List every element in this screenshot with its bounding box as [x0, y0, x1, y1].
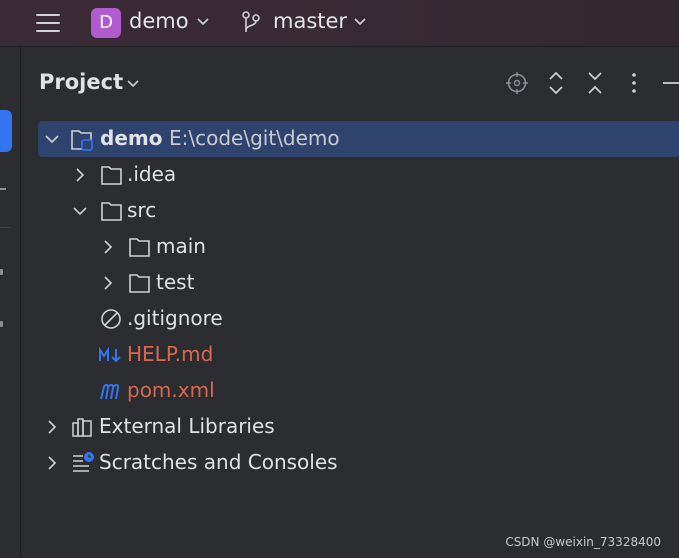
- chevron-right-icon[interactable]: [72, 157, 88, 193]
- tree-label: Scratches and Consoles: [99, 450, 338, 474]
- hide-panel-icon[interactable]: [661, 70, 679, 96]
- tree-row-pom[interactable]: pom.xml: [38, 373, 679, 409]
- locate-icon[interactable]: [505, 70, 529, 96]
- tree-label: .gitignore: [127, 306, 223, 330]
- project-tool-button[interactable]: [0, 110, 12, 152]
- project-selector[interactable]: demo: [129, 9, 189, 33]
- chevron-down-icon[interactable]: [354, 18, 366, 26]
- tree-label: test: [156, 270, 195, 294]
- tree-path: E:\code\git\demo: [169, 126, 340, 150]
- panel-title[interactable]: Project: [39, 70, 123, 94]
- folder-icon: [129, 238, 150, 257]
- maven-icon: [100, 383, 120, 400]
- chevron-right-icon[interactable]: [44, 409, 60, 445]
- tool-button-partial[interactable]: [0, 269, 3, 275]
- git-branch-icon[interactable]: [240, 10, 262, 36]
- chevron-right-icon[interactable]: [44, 445, 60, 481]
- tree-label: External Libraries: [99, 414, 275, 438]
- chevron-right-icon[interactable]: [100, 265, 116, 301]
- tree-label: demo: [100, 126, 163, 150]
- tool-button-partial[interactable]: [0, 188, 6, 190]
- chevron-down-icon[interactable]: [197, 18, 209, 26]
- tool-window-strip: [0, 47, 21, 558]
- tree-row-root[interactable]: demo E:\code\git\demo: [38, 121, 679, 157]
- tree-row-help-md[interactable]: HELP.md: [38, 337, 679, 373]
- chevron-down-icon[interactable]: [127, 80, 139, 88]
- chevron-down-icon[interactable]: [72, 193, 88, 229]
- tree-label: pom.xml: [127, 378, 215, 402]
- watermark: CSDN @weixin_73328400: [505, 535, 661, 549]
- folder-icon: [101, 166, 122, 185]
- tree-row-gitignore[interactable]: .gitignore: [38, 301, 679, 337]
- tree-row-src[interactable]: src: [38, 193, 679, 229]
- tree-label: .idea: [127, 162, 177, 186]
- strip-divider: [0, 227, 10, 228]
- scratches-icon: [73, 452, 94, 472]
- ignore-file-icon: [101, 309, 121, 329]
- folder-icon: [101, 202, 122, 221]
- tree-row-idea[interactable]: .idea: [38, 157, 679, 193]
- tree-row-external-libraries[interactable]: External Libraries: [38, 409, 679, 445]
- tree-row-test[interactable]: test: [38, 265, 679, 301]
- tree-label: src: [127, 198, 157, 222]
- project-badge[interactable]: D: [91, 8, 121, 38]
- tree-label: main: [156, 234, 206, 258]
- library-icon: [72, 418, 92, 437]
- tree-label: HELP.md: [127, 342, 214, 366]
- tool-button-partial[interactable]: [0, 321, 3, 327]
- title-bar: D demo master: [0, 0, 679, 47]
- chevron-right-icon[interactable]: [100, 229, 116, 265]
- markdown-icon: [99, 346, 121, 363]
- tree-row-scratches[interactable]: Scratches and Consoles: [38, 445, 679, 481]
- collapse-all-icon[interactable]: [583, 70, 607, 96]
- folder-icon: [129, 274, 150, 293]
- branch-selector[interactable]: master: [273, 9, 347, 33]
- tree-row-main[interactable]: main: [38, 229, 679, 265]
- chevron-down-icon[interactable]: [44, 121, 60, 157]
- main-menu-button[interactable]: [34, 10, 62, 36]
- module-folder-icon: [71, 130, 93, 151]
- more-options-icon[interactable]: [622, 70, 646, 96]
- expand-all-icon[interactable]: [544, 70, 568, 96]
